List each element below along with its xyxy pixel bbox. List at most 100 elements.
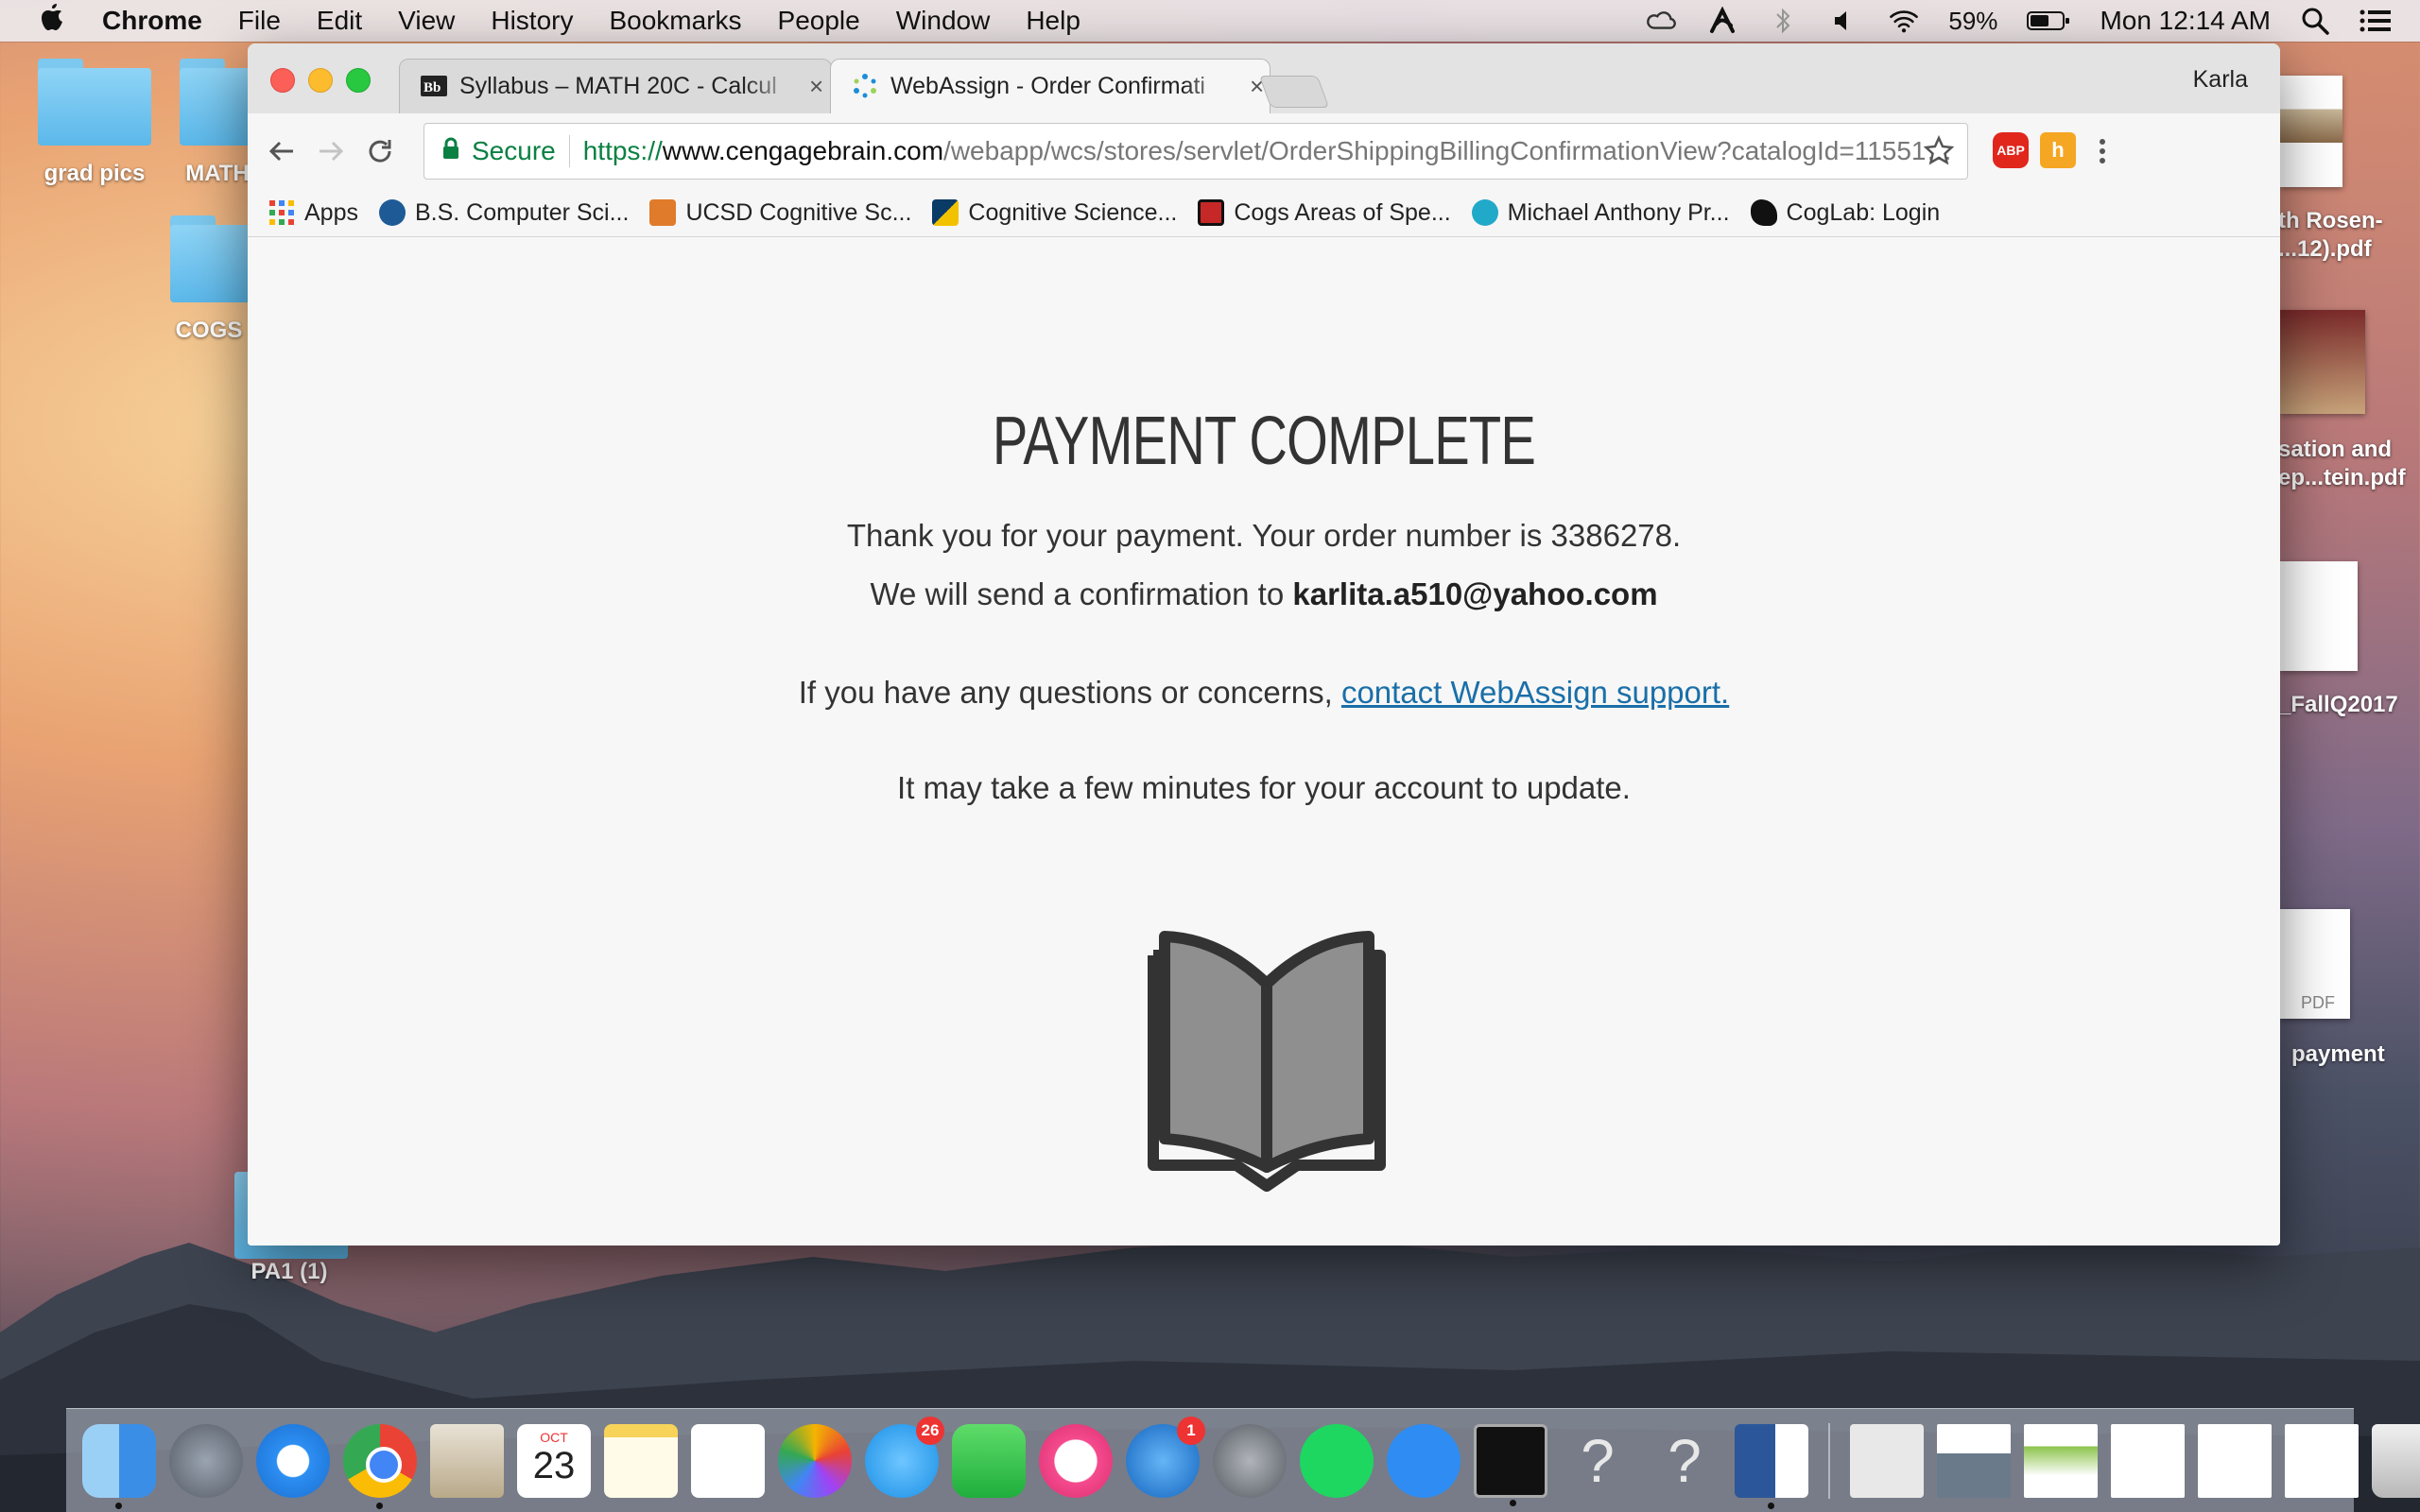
finder-icon[interactable] [82, 1423, 156, 1509]
thank-you-message: Thank you for your payment. Your order n… [846, 518, 1682, 553]
facetime-icon[interactable] [952, 1423, 1026, 1498]
blackboard-icon: Bb [420, 72, 448, 100]
address-bar[interactable]: Secure https:// www.cengagebrain.com /we… [424, 123, 1968, 180]
desktop-pdf-thumbnail[interactable] [2280, 310, 2365, 414]
desktop-pdf-icon[interactable]: PDF [2280, 909, 2350, 1019]
minimized-window-thumbnail[interactable] [2198, 1423, 2272, 1498]
trash-icon[interactable] [2372, 1423, 2420, 1498]
folder-label: COGS [175, 318, 243, 343]
contact-support-link[interactable]: contact WebAssign support. [1341, 675, 1729, 710]
bookmark-star-icon[interactable] [1923, 134, 1955, 172]
menu-bookmarks[interactable]: Bookmarks [609, 6, 741, 36]
minimize-window-button[interactable] [308, 68, 333, 93]
messenger-icon[interactable] [1387, 1423, 1461, 1498]
app-store-icon[interactable]: 1 [1126, 1416, 1205, 1498]
minimized-window-thumbnail[interactable] [2285, 1423, 2359, 1498]
bookmark-cognitive-science[interactable]: Cognitive Science... [932, 199, 1177, 227]
apps-grid-icon [268, 199, 295, 226]
desktop-folder-math[interactable]: MATH [180, 59, 255, 187]
menu-file[interactable]: File [238, 6, 281, 36]
unknown-app-icon[interactable]: ? [1648, 1424, 1721, 1498]
menu-history[interactable]: History [491, 6, 573, 36]
running-indicator [115, 1502, 122, 1509]
menu-help[interactable]: Help [1026, 6, 1080, 36]
menu-view[interactable]: View [398, 6, 455, 36]
photos-icon[interactable] [778, 1423, 852, 1498]
desktop-file-label: ...12).pdf [2278, 236, 2372, 262]
tab-title: WebAssign - Order Confirmati [890, 72, 1240, 100]
folder-icon [38, 59, 151, 146]
honey-extension-icon[interactable]: h [2040, 132, 2076, 168]
folder-label: MATH [185, 161, 250, 186]
menu-edit[interactable]: Edit [317, 6, 362, 36]
minimized-window-thumbnail[interactable] [2111, 1423, 2185, 1498]
creative-cloud-icon[interactable] [1646, 7, 1678, 35]
spotify-icon[interactable] [1300, 1423, 1374, 1498]
browser-toolbar: Secure https:// www.cengagebrain.com /we… [248, 113, 2280, 189]
notes-icon[interactable] [604, 1423, 678, 1498]
system-preferences-icon[interactable] [1213, 1423, 1287, 1498]
messages-icon[interactable]: 26 [865, 1416, 944, 1498]
volume-icon[interactable] [1827, 7, 1859, 35]
menu-window[interactable]: Window [896, 6, 991, 36]
bookmark-bs-computer-science[interactable]: B.S. Computer Sci... [378, 199, 629, 227]
bookmark-label: Cognitive Science... [968, 198, 1178, 226]
menu-app-name[interactable]: Chrome [102, 6, 202, 36]
bluetooth-icon[interactable] [1767, 7, 1799, 35]
back-arrow-icon[interactable] [265, 134, 299, 168]
minimized-window-thumbnail[interactable] [2024, 1423, 2098, 1498]
ucsd-icon [378, 199, 406, 226]
macos-menu-bar: Chrome File Edit View History Bookmarks … [0, 0, 2420, 42]
bookmark-label: CogLab: Login [1786, 198, 1941, 226]
safari-icon[interactable] [256, 1423, 330, 1498]
update-note: It may take a few minutes for your accou… [897, 770, 1631, 805]
mail-icon[interactable] [430, 1423, 504, 1498]
reminders-icon[interactable] [691, 1423, 765, 1498]
apple-menu-icon[interactable] [38, 2, 68, 41]
adblock-plus-extension-icon[interactable]: ABP [1993, 132, 2029, 168]
menu-people[interactable]: People [778, 6, 860, 36]
terminal-icon[interactable] [1474, 1423, 1547, 1506]
secure-label[interactable]: Secure [472, 136, 556, 166]
new-tab-button[interactable] [1258, 76, 1330, 108]
close-window-button[interactable] [270, 68, 295, 93]
chrome-icon[interactable] [343, 1423, 417, 1509]
minimized-window-thumbnail[interactable] [1937, 1423, 2011, 1498]
itunes-icon[interactable] [1039, 1423, 1113, 1498]
spotlight-search-icon[interactable] [2299, 7, 2331, 35]
desktop-spreadsheet-thumbnail[interactable] [2280, 561, 2358, 671]
bookmark-ucsd-cognitive-science[interactable]: UCSD Cognitive Sc... [649, 199, 911, 227]
page-content: PAYMENT COMPLETE Thank you for your paym… [248, 237, 2280, 1246]
launchpad-icon[interactable] [169, 1423, 243, 1498]
desktop-pdf-thumbnail[interactable] [2280, 76, 2342, 187]
bookmark-apps[interactable]: Apps [268, 199, 358, 227]
wifi-icon[interactable] [1888, 7, 1920, 35]
downloads-stack-icon[interactable] [1850, 1423, 1924, 1498]
dock-divider [1828, 1422, 1830, 1499]
tab-strip: Bb Syllabus – MATH 20C - Calcul × WebAss… [248, 43, 2280, 113]
running-indicator [376, 1502, 383, 1509]
calendar-icon[interactable]: OCT 23 [517, 1423, 591, 1498]
arc-app-icon[interactable] [1706, 7, 1738, 35]
desktop-folder-grad-pics[interactable]: grad pics [28, 59, 161, 187]
tab-syllabus[interactable]: Bb Syllabus – MATH 20C - Calcul × [399, 59, 832, 113]
bookmarks-bar: Apps B.S. Computer Sci... UCSD Cognitive… [248, 189, 2280, 237]
desktop-folder-cogs[interactable]: COGS [170, 215, 248, 344]
unknown-app-icon[interactable]: ? [1561, 1424, 1634, 1498]
menu-clock[interactable]: Mon 12:14 AM [2100, 6, 2271, 36]
pdf-label: PDF [2301, 993, 2335, 1012]
microsoft-word-icon[interactable] [1735, 1423, 1808, 1509]
reload-icon[interactable] [363, 134, 397, 168]
bookmark-cogs-areas-of-specialization[interactable]: Cogs Areas of Spe... [1198, 199, 1451, 227]
profile-name[interactable]: Karla [2193, 66, 2248, 94]
url-scheme: https:// [582, 136, 663, 165]
bookmark-coglab-login[interactable]: CogLab: Login [1750, 198, 1941, 227]
notification-center-icon[interactable] [2360, 7, 2392, 35]
tab-webassign-order-confirmation[interactable]: WebAssign - Order Confirmati × [830, 59, 1270, 113]
close-tab-icon[interactable]: × [809, 72, 823, 101]
zoom-window-button[interactable] [346, 68, 371, 93]
bookmark-michael-anthony[interactable]: Michael Anthony Pr... [1471, 199, 1730, 227]
chrome-menu-icon[interactable] [2085, 134, 2119, 168]
forward-arrow-icon[interactable] [314, 134, 348, 168]
battery-icon[interactable] [2026, 7, 2071, 35]
